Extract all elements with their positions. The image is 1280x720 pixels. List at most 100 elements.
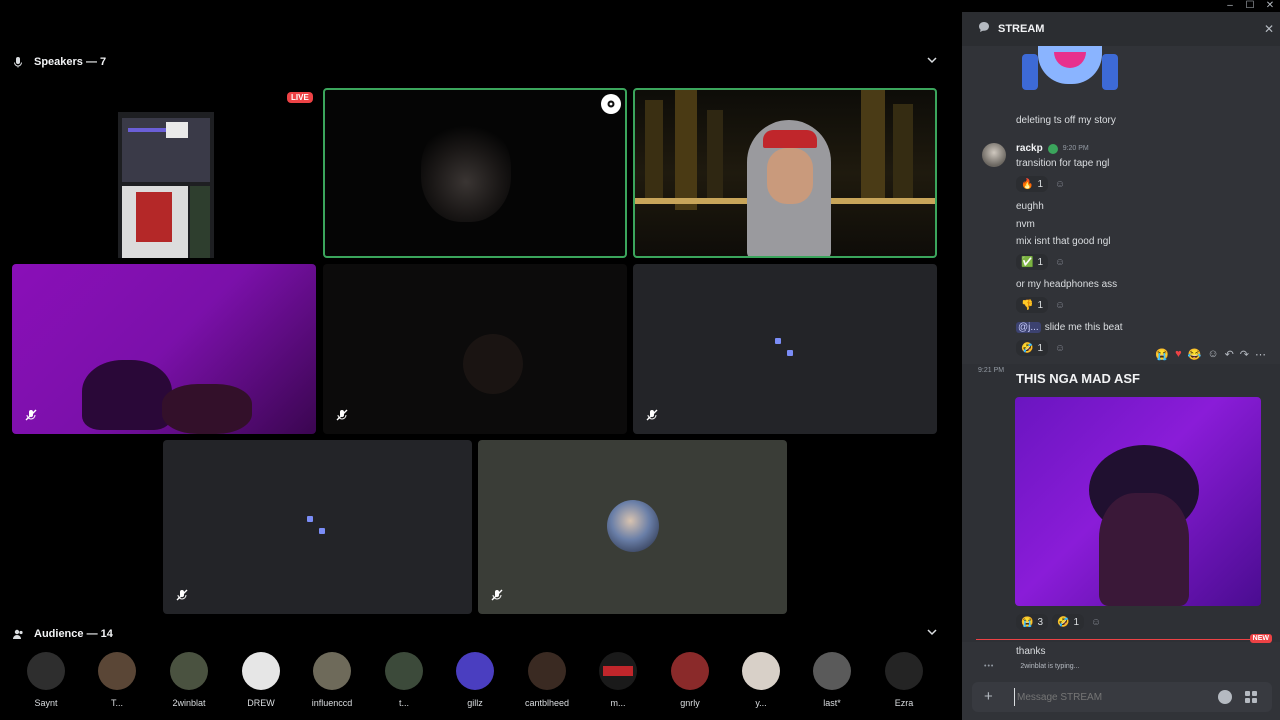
participant-tile[interactable] [163, 440, 472, 614]
more-icon[interactable]: ⋯ [1255, 348, 1266, 361]
message-text: nvm [1016, 219, 1035, 230]
message-input[interactable] [1014, 688, 1214, 706]
message-text: mix isnt that good ngl [1016, 236, 1111, 247]
message-image[interactable] [1018, 46, 1122, 92]
participant-video-tile[interactable] [12, 264, 316, 434]
avatar [607, 500, 659, 552]
laugh-reaction-icon[interactable]: 😂 [1188, 348, 1202, 361]
audience-member[interactable]: t... [374, 652, 434, 708]
message-composer: + [972, 682, 1272, 712]
video-feed [635, 90, 935, 256]
reaction-row: ✅ 1 ☺ [1016, 254, 1068, 270]
audience-member[interactable]: y... [731, 652, 791, 708]
chevron-down-icon[interactable] [926, 56, 938, 68]
audience-member[interactable]: cantblheed [517, 652, 577, 708]
screen-share-tile[interactable]: LIVE [12, 88, 316, 258]
avatar [528, 652, 566, 690]
check-icon: ✅ [1021, 256, 1034, 268]
loading-indicator [305, 514, 325, 534]
add-reaction-icon[interactable]: ☺ [1052, 340, 1068, 356]
forward-icon[interactable]: ↷ [1240, 348, 1249, 361]
reaction-rofl[interactable]: 🤣 1 [1052, 614, 1085, 630]
audience-member[interactable]: influenccd [302, 652, 362, 708]
minimize-button[interactable]: – [1220, 0, 1240, 12]
speaker-video-tile[interactable] [633, 88, 937, 258]
message-text: @j... slide me this beat [1016, 322, 1123, 333]
avatar [456, 652, 494, 690]
avatar [599, 652, 637, 690]
participant-tile[interactable] [478, 440, 787, 614]
stage-panel: Speakers — 7 LIVE Audience — 14 [0, 12, 958, 720]
add-attachment-icon[interactable]: + [984, 689, 993, 704]
audience-member[interactable]: m... [588, 652, 648, 708]
audience-member[interactable]: Saynt [16, 652, 76, 708]
add-reaction-icon[interactable]: ☺ [1052, 297, 1068, 313]
reaction-rofl[interactable]: 🤣 1 [1016, 340, 1049, 356]
crying-reaction-icon[interactable]: 😭 [1155, 348, 1169, 361]
add-reaction-icon[interactable]: ☺ [1052, 254, 1068, 270]
thumbs-down-icon: 👎 [1021, 299, 1034, 311]
audience-member[interactable]: 2winblat [159, 652, 219, 708]
mute-icon [24, 408, 38, 422]
close-window-button[interactable]: ✕ [1260, 0, 1280, 12]
add-reaction-icon[interactable]: ☺ [1088, 614, 1104, 630]
settings-icon[interactable] [601, 94, 621, 114]
message-author[interactable]: rackp [1016, 143, 1043, 154]
message-text: or my headphones ass [1016, 279, 1118, 290]
participant-tile[interactable] [633, 264, 937, 434]
mute-icon [645, 408, 659, 422]
message-timestamp: 9:21 PM [978, 367, 1005, 374]
emoji-icon[interactable] [1218, 690, 1232, 704]
new-badge: NEW [1249, 634, 1272, 643]
reaction-crying[interactable]: 😭 3 [1016, 614, 1049, 630]
message-text: transition for tape ngl [1016, 158, 1110, 169]
reaction-row: 🔥 1 ☺ [1016, 176, 1068, 192]
reply-icon[interactable]: ↶ [1225, 348, 1234, 361]
audience-member[interactable]: T... [87, 652, 147, 708]
audience-member[interactable]: DREW [231, 652, 291, 708]
avatar [671, 652, 709, 690]
audience-member[interactable]: gillz [445, 652, 505, 708]
fire-icon: 🔥 [1021, 178, 1034, 190]
add-reaction-icon[interactable]: ☺ [1207, 348, 1218, 361]
add-reaction-icon[interactable]: ☺ [1052, 176, 1068, 192]
avatar [313, 652, 351, 690]
message-text: THIS NGA MAD ASF [1016, 371, 1140, 386]
user-mention[interactable]: @j... [1016, 322, 1041, 333]
loading-indicator [773, 336, 793, 356]
avatar [885, 652, 923, 690]
avatar[interactable] [982, 143, 1006, 167]
chevron-down-icon[interactable] [926, 628, 938, 640]
reaction-check[interactable]: ✅ 1 [1016, 254, 1049, 270]
apps-icon[interactable] [1244, 690, 1258, 704]
avatar [98, 652, 136, 690]
typing-dots-icon: ••• [984, 663, 995, 670]
speakers-title: Speakers — 7 [34, 56, 107, 68]
avatar [742, 652, 780, 690]
avatar [170, 652, 208, 690]
video-feed [82, 360, 172, 430]
mute-icon [175, 588, 189, 602]
close-icon[interactable]: ✕ [1264, 22, 1274, 36]
audience-member[interactable]: Ezra [874, 652, 934, 708]
rofl-icon: 🤣 [1057, 616, 1070, 628]
avatar [385, 652, 423, 690]
mute-icon [335, 408, 349, 422]
message-text: eughh [1016, 201, 1044, 212]
audience-member[interactable]: last* [802, 652, 862, 708]
rofl-icon: 🤣 [1021, 342, 1034, 354]
message-image[interactable] [1015, 397, 1261, 606]
reaction-row: 😭 3 🤣 1 ☺ [1016, 614, 1104, 630]
reaction-row: 🤣 1 ☺ [1016, 340, 1068, 356]
speaker-video-tile[interactable] [323, 88, 627, 258]
chat-bubble-icon [978, 20, 990, 38]
maximize-button[interactable]: ☐ [1240, 0, 1260, 12]
reaction-thumbs-down[interactable]: 👎 1 [1016, 297, 1049, 313]
reaction-fire[interactable]: 🔥 1 [1016, 176, 1049, 192]
message-header: rackp 9:20 PM [1016, 143, 1089, 154]
audience-member[interactable]: gnrly [660, 652, 720, 708]
window-controls: – ☐ ✕ [1220, 0, 1280, 12]
heart-reaction-icon[interactable]: ♥ [1175, 348, 1182, 361]
message-text: deleting ts off my story [1016, 115, 1116, 126]
participant-video-tile[interactable] [323, 264, 627, 434]
